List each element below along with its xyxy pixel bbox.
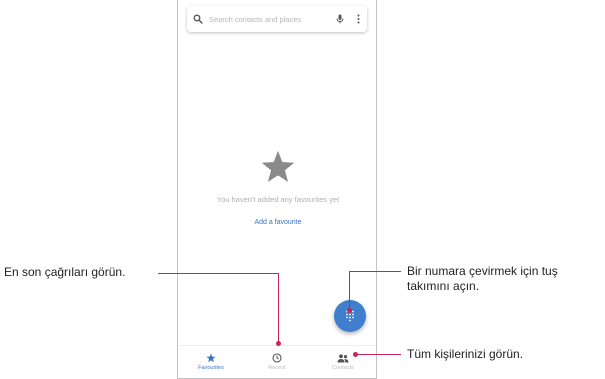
callout-line-dialpad-vertical: [349, 271, 350, 311]
more-options-icon[interactable]: [349, 6, 367, 32]
nav-label: Favourites: [198, 365, 224, 371]
callout-recent: En son çağrıları görün.: [4, 265, 126, 279]
phone-screen: You haven't added any favourites yet Add…: [177, 0, 377, 379]
people-icon: [337, 353, 349, 362]
nav-contacts[interactable]: Contacts: [310, 346, 376, 378]
search-input[interactable]: [209, 14, 331, 24]
bottom-nav: Favourites Recent Contacts: [178, 345, 376, 378]
callout-dot-recent: [276, 341, 281, 346]
callout-line-recent: [158, 273, 279, 274]
empty-favourites: You haven't added any favourites yet Add…: [178, 150, 378, 226]
callout-contacts: Tüm kişilerinizi görün.: [407, 347, 524, 361]
callout-line-recent-vertical: [278, 273, 279, 342]
search-icon[interactable]: [187, 6, 209, 32]
star-icon: [206, 353, 216, 363]
add-favourite-link[interactable]: Add a favourite: [178, 219, 378, 226]
callout-dialpad: Bir numara çevirmek için tuş takımını aç…: [407, 264, 558, 294]
empty-message: You haven't added any favourites yet: [216, 195, 340, 204]
dialpad-button[interactable]: [334, 300, 366, 332]
callout-dialpad-line1: Bir numara çevirmek için tuş: [407, 264, 558, 278]
nav-favourites[interactable]: Favourites: [178, 346, 244, 378]
star-icon: [261, 150, 295, 182]
callout-dialpad-line2: takımını açın.: [407, 279, 480, 293]
nav-label: Recent: [268, 365, 286, 371]
microphone-icon[interactable]: [331, 6, 349, 32]
clock-icon: [272, 353, 282, 363]
callout-line-contacts: [355, 354, 401, 355]
nav-label: Contacts: [332, 364, 354, 371]
callout-line-dialpad: [349, 271, 401, 272]
callout-dot-contacts: [353, 352, 358, 357]
nav-recent[interactable]: Recent: [244, 346, 310, 378]
search-bar[interactable]: [187, 6, 367, 32]
callout-dot-dialpad: [347, 308, 352, 313]
